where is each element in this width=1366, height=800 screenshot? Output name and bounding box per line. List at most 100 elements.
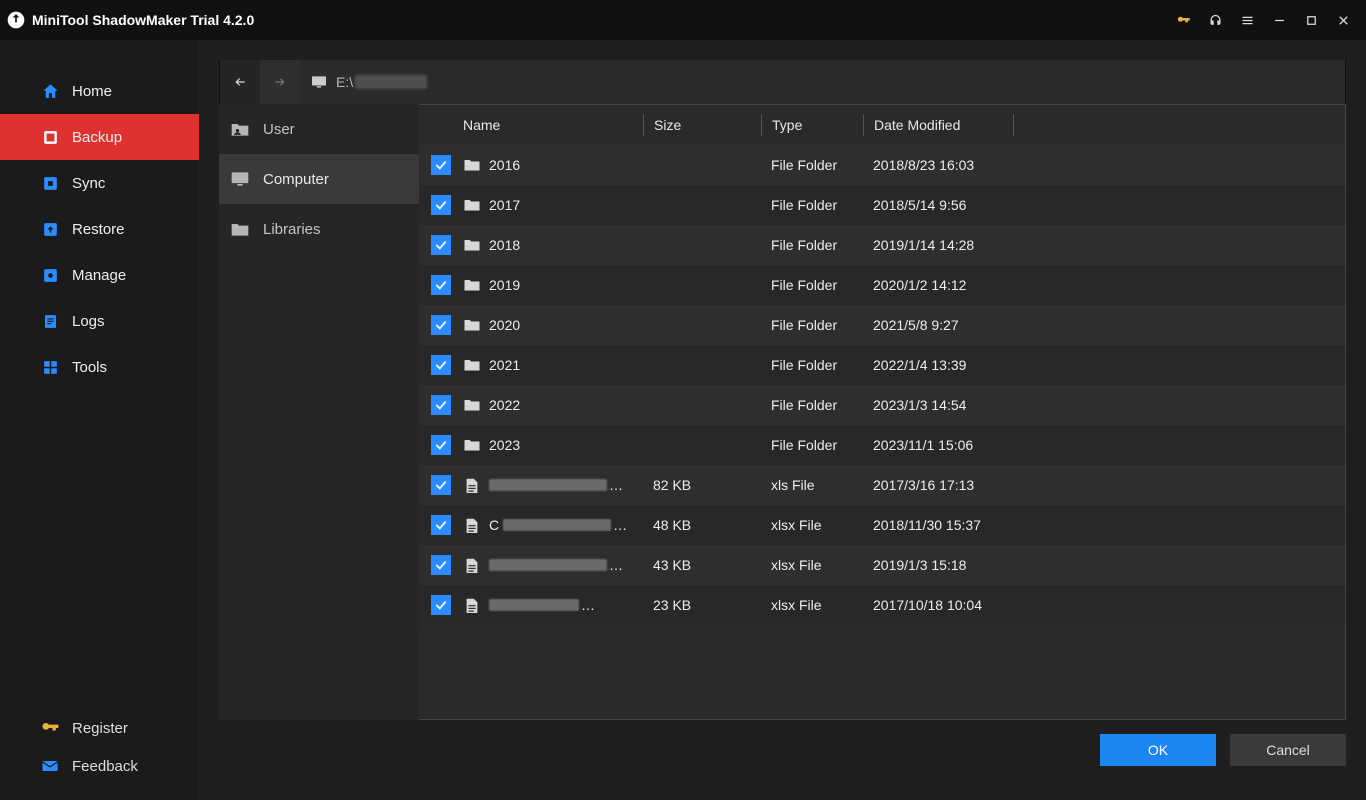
nav-tools[interactable]: Tools (0, 344, 199, 390)
row-date: 2019/1/14 14:28 (863, 237, 1345, 253)
restore-icon (40, 219, 60, 239)
nav-manage[interactable]: Manage (0, 252, 199, 298)
folder-icon (463, 437, 481, 453)
nav-label: Manage (72, 267, 126, 284)
feedback-link[interactable]: Feedback (0, 747, 199, 785)
folder-icon (463, 397, 481, 413)
file-row[interactable]: C…48 KBxlsx File2018/11/30 15:37 (419, 505, 1345, 545)
file-row[interactable]: …43 KBxlsx File2019/1/3 15:18 (419, 545, 1345, 585)
nav-label: Restore (72, 221, 125, 238)
nav-logs[interactable]: Logs (0, 298, 199, 344)
tree-user[interactable]: User (219, 104, 419, 154)
nav-sync[interactable]: Sync (0, 160, 199, 206)
nav-forward-button[interactable] (260, 60, 300, 104)
row-checkbox[interactable] (431, 315, 451, 335)
row-type: xls File (761, 477, 863, 493)
row-type: File Folder (761, 157, 863, 173)
file-row[interactable]: …82 KBxls File2017/3/16 17:13 (419, 465, 1345, 505)
key-icon[interactable] (1170, 7, 1196, 33)
row-checkbox[interactable] (431, 435, 451, 455)
main-panel: E:\ User Computer Libraries (199, 40, 1366, 800)
row-size: 43 KB (643, 557, 761, 573)
row-size: 48 KB (643, 517, 761, 533)
tree-label: User (263, 121, 295, 138)
row-date: 2017/3/16 17:13 (863, 477, 1345, 493)
file-list: Name Size Type Date Modified 2016File Fo… (419, 104, 1346, 720)
source-tree: User Computer Libraries (219, 104, 419, 720)
feedback-label: Feedback (72, 758, 138, 775)
row-checkbox[interactable] (431, 155, 451, 175)
folder-icon (463, 317, 481, 333)
row-checkbox[interactable] (431, 475, 451, 495)
row-size: 82 KB (643, 477, 761, 493)
sync-icon (40, 173, 60, 193)
row-checkbox[interactable] (431, 355, 451, 375)
row-date: 2017/10/18 10:04 (863, 597, 1345, 613)
row-type: File Folder (761, 197, 863, 213)
title-bar: MiniTool ShadowMaker Trial 4.2.0 (0, 0, 1366, 40)
file-row[interactable]: 2020File Folder2021/5/8 9:27 (419, 305, 1345, 345)
folder-icon (463, 237, 481, 253)
sidebar: Home Backup Sync Restore Manage Logs Too… (0, 40, 199, 800)
nav-restore[interactable]: Restore (0, 206, 199, 252)
path-input[interactable]: E:\ (300, 60, 1345, 104)
row-date: 2018/11/30 15:37 (863, 517, 1345, 533)
row-checkbox[interactable] (431, 595, 451, 615)
col-date[interactable]: Date Modified (863, 114, 1013, 136)
file-icon (463, 517, 481, 533)
headset-icon[interactable] (1202, 7, 1228, 33)
file-row[interactable]: 2018File Folder2019/1/14 14:28 (419, 225, 1345, 265)
file-row[interactable]: …23 KBxlsx File2017/10/18 10:04 (419, 585, 1345, 625)
register-label: Register (72, 720, 128, 737)
menu-icon[interactable] (1234, 7, 1260, 33)
nav-back-button[interactable] (220, 60, 260, 104)
file-icon (463, 557, 481, 573)
nav-label: Backup (72, 129, 122, 146)
libraries-icon (229, 218, 251, 240)
nav-home[interactable]: Home (0, 68, 199, 114)
maximize-button[interactable] (1298, 7, 1324, 33)
folder-icon (463, 357, 481, 373)
row-checkbox[interactable] (431, 395, 451, 415)
tree-libraries[interactable]: Libraries (219, 204, 419, 254)
file-row[interactable]: 2023File Folder2023/11/1 15:06 (419, 425, 1345, 465)
register-link[interactable]: Register (0, 709, 199, 747)
column-headers: Name Size Type Date Modified (419, 105, 1345, 145)
file-row[interactable]: 2019File Folder2020/1/2 14:12 (419, 265, 1345, 305)
file-row[interactable]: 2017File Folder2018/5/14 9:56 (419, 185, 1345, 225)
row-checkbox[interactable] (431, 555, 451, 575)
row-checkbox[interactable] (431, 275, 451, 295)
path-obscured (355, 75, 427, 89)
tree-computer[interactable]: Computer (219, 154, 419, 204)
folder-icon (463, 197, 481, 213)
row-date: 2021/5/8 9:27 (863, 317, 1345, 333)
close-button[interactable] (1330, 7, 1356, 33)
monitor-icon (310, 75, 328, 89)
col-size[interactable]: Size (643, 114, 761, 136)
logs-icon (40, 311, 60, 331)
row-date: 2019/1/3 15:18 (863, 557, 1345, 573)
dialog-footer: OK Cancel (219, 720, 1346, 780)
tree-label: Libraries (263, 221, 321, 238)
minimize-button[interactable] (1266, 7, 1292, 33)
col-type[interactable]: Type (761, 114, 863, 136)
row-type: File Folder (761, 437, 863, 453)
nav-backup[interactable]: Backup (0, 114, 199, 160)
ok-button[interactable]: OK (1100, 734, 1216, 766)
col-name[interactable]: Name (463, 117, 643, 133)
row-checkbox[interactable] (431, 235, 451, 255)
file-row[interactable]: 2021File Folder2022/1/4 13:39 (419, 345, 1345, 385)
file-row[interactable]: 2022File Folder2023/1/3 14:54 (419, 385, 1345, 425)
file-row[interactable]: 2016File Folder2018/8/23 16:03 (419, 145, 1345, 185)
row-date: 2022/1/4 13:39 (863, 357, 1345, 373)
row-type: xlsx File (761, 517, 863, 533)
row-type: xlsx File (761, 597, 863, 613)
row-type: File Folder (761, 357, 863, 373)
file-icon (463, 597, 481, 613)
row-checkbox[interactable] (431, 515, 451, 535)
cancel-button[interactable]: Cancel (1230, 734, 1346, 766)
backup-icon (40, 127, 60, 147)
row-checkbox[interactable] (431, 195, 451, 215)
row-date: 2023/11/1 15:06 (863, 437, 1345, 453)
row-type: File Folder (761, 317, 863, 333)
